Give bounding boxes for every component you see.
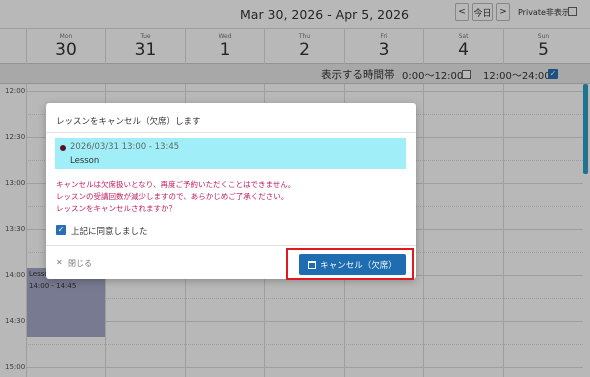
lesson-dot-icon xyxy=(60,145,66,151)
agree-label[interactable]: 上記に同意しました xyxy=(71,225,148,237)
lesson-name: Lesson xyxy=(70,156,100,166)
lesson-time: 2026/03/31 13:00 - 13:45 xyxy=(70,142,180,152)
warning-text: レッスンの受講回数が減少しますので、あらかじめご了承ください。 xyxy=(56,192,289,201)
warning-text: キャンセルは欠席扱いとなり、再度ご予約いただくことはできません。 xyxy=(56,180,296,189)
dialog-title: レッスンをキャンセル（欠席）します xyxy=(56,117,201,127)
close-icon[interactable]: ✕ xyxy=(56,258,63,267)
warning-text: レッスンをキャンセルされますか？ xyxy=(56,204,176,213)
close-button[interactable]: 閉じる xyxy=(68,258,92,269)
cancel-absence-label: キャンセル（欠席） xyxy=(320,260,397,271)
divider xyxy=(46,132,416,133)
calendar-icon xyxy=(308,260,317,269)
lesson-summary: 2026/03/31 13:00 - 13:45 Lesson xyxy=(55,138,406,169)
divider xyxy=(46,245,416,246)
agree-checkbox[interactable]: ✓ xyxy=(56,225,66,235)
cancel-absence-button[interactable]: キャンセル（欠席） xyxy=(299,254,406,275)
